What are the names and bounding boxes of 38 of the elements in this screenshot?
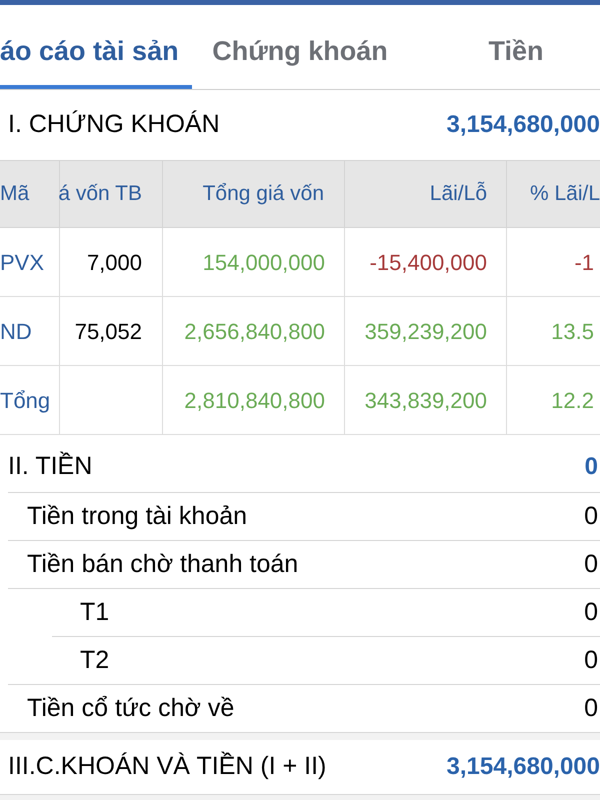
table-cell: 13.5 (507, 297, 600, 366)
section-title: III.C.KHOÁN VÀ TIỀN (I + II) (8, 750, 326, 782)
stock-code: Tổng (0, 366, 60, 435)
table-cell: 2,810,840,800 (163, 366, 345, 435)
item-label: Tiền bán chờ thanh toán (27, 548, 298, 580)
stock-code: ND (0, 297, 60, 366)
item-value: 0 (584, 596, 598, 628)
table-cell: -15,400,000 (345, 228, 507, 297)
table-cell: 343,839,200 (345, 366, 507, 435)
table-cell: 359,239,200 (345, 297, 507, 366)
column-header: Mã (0, 160, 60, 228)
item-label: Tiền trong tài khoản (27, 500, 248, 532)
section-title: I. CHỨNG KHOÁN (8, 109, 220, 140)
section-total: 3,154,680,000 (446, 752, 600, 782)
column-header: á vốn TB (60, 160, 163, 228)
column-header: Tổng giá vốn (163, 160, 345, 228)
column-header: % Lãi/L (507, 160, 600, 228)
table-cell: 2,656,840,800 (163, 297, 345, 366)
tab[interactable]: Chứng khoán (192, 5, 408, 89)
item-value: 0 (584, 692, 598, 724)
item-label: T2 (80, 644, 110, 676)
column-header: Lãi/Lỗ (345, 160, 507, 228)
item-label: Tiền cổ tức chờ về (27, 692, 234, 724)
table-cell: -1 (507, 228, 600, 297)
table-cell: 12.2 (507, 366, 600, 435)
item-value: 0 (584, 500, 598, 532)
item-value: 0 (584, 548, 598, 580)
table-cell: 7,000 (60, 228, 163, 297)
tab[interactable]: áo cáo tài sản (0, 5, 192, 89)
table-cell: 75,052 (60, 297, 163, 366)
section-title: II. TIỀN (8, 450, 92, 482)
section-total: 3,154,680,000 (446, 110, 600, 140)
tab[interactable]: Tiền (408, 5, 600, 89)
table-cell: 154,000,000 (163, 228, 345, 297)
item-value: 0 (584, 644, 598, 676)
stock-code: PVX (0, 228, 60, 297)
item-label: T1 (80, 596, 110, 628)
section-total: 0 (584, 452, 598, 482)
